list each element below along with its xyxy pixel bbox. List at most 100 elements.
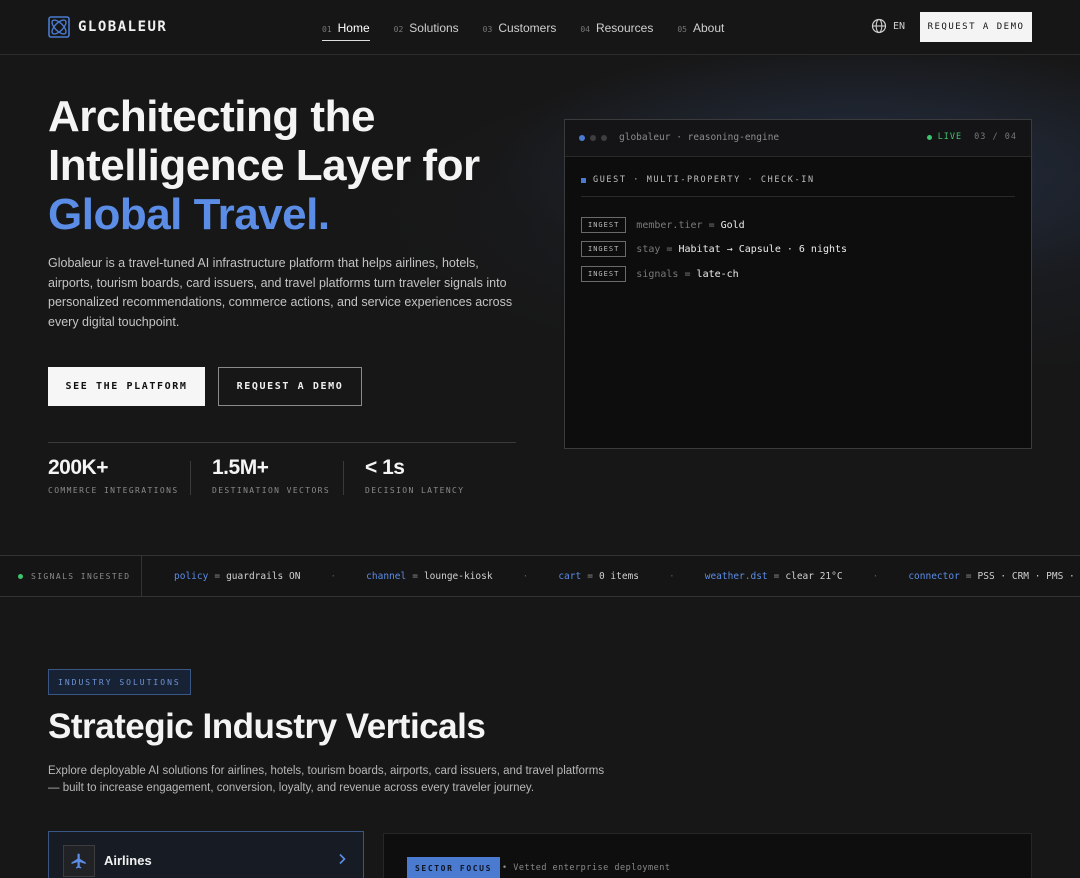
stat-value: 200K+ bbox=[48, 456, 108, 479]
ticker-track: policy = guardrails ON · channel = lounge-ki… bbox=[174, 556, 1080, 596]
language-selector[interactable]: EN bbox=[871, 18, 905, 34]
nav-request-demo-button[interactable]: REQUEST A DEMO bbox=[920, 12, 1032, 42]
nav-link-resources[interactable]: 04 Resources bbox=[580, 13, 653, 43]
globe-icon bbox=[871, 18, 887, 34]
page-indicator: 03 / 04 bbox=[974, 132, 1017, 142]
section-description: Explore deployable AI solutions for airl… bbox=[48, 765, 605, 794]
chevron-right-icon bbox=[339, 853, 346, 865]
hero-title-accent: Global Travel. bbox=[48, 190, 330, 239]
stat-label: DESTINATION VECTORS bbox=[212, 486, 331, 495]
row-key: stay bbox=[636, 243, 661, 255]
ingest-tag: INGEST bbox=[581, 241, 627, 257]
ticker-value: PSS · CRM · PMS · DM bbox=[977, 570, 1080, 582]
nav-link-number: 02 bbox=[393, 24, 404, 34]
see-platform-button[interactable]: SEE THE PLATFORM bbox=[48, 367, 205, 406]
terminal-row-text: signals = late-ch bbox=[636, 269, 738, 280]
row-value: Habitat → Capsule · 6 nights bbox=[678, 243, 848, 255]
section-title: Strategic Industry Verticals bbox=[48, 707, 486, 746]
ticker-key: connector bbox=[908, 570, 960, 582]
row-value: late-ch bbox=[696, 268, 739, 280]
ticker-value: clear 21°C bbox=[785, 570, 843, 582]
stat-decision-latency: < 1s DECISION LATENCY bbox=[365, 456, 464, 495]
nav-link-home[interactable]: 01 Home bbox=[322, 13, 370, 43]
ticker-item: weather.dst = clear 21°C bbox=[705, 571, 843, 582]
nav-link-label: Resources bbox=[595, 20, 654, 35]
sector-focus-text: • Vetted enterprise deployment bbox=[502, 863, 671, 873]
row-value: Gold bbox=[720, 219, 745, 231]
terminal-row: INGEST stay = Habitat → Capsule · 6 nigh… bbox=[581, 241, 847, 257]
window-dots bbox=[579, 135, 607, 141]
terminal-title: globaleur · reasoning-engine bbox=[619, 132, 780, 143]
hero-title-line-2: Intelligence Layer for bbox=[48, 141, 480, 190]
reasoning-engine-terminal: globaleur · reasoning-engine LIVE 03 / 0… bbox=[564, 119, 1032, 449]
stat-value: 1.5M+ bbox=[212, 456, 269, 479]
ticker-eq: = bbox=[214, 570, 221, 582]
ticker-item: connector = PSS · CRM · PMS · DM bbox=[908, 571, 1080, 582]
live-label: LIVE bbox=[937, 132, 963, 142]
ingest-tag: INGEST bbox=[581, 266, 627, 282]
ticker-eq: = bbox=[587, 570, 593, 582]
terminal-row-text: member.tier = Gold bbox=[636, 220, 744, 231]
stat-destination-vectors: 1.5M+ DESTINATION VECTORS bbox=[212, 456, 330, 495]
nav-link-number: 03 bbox=[482, 24, 493, 34]
stats-divider bbox=[48, 442, 516, 443]
ticker-key: weather.dst bbox=[704, 570, 768, 582]
ticker-item: cart = 0 items bbox=[558, 571, 639, 582]
ticker-separator: · bbox=[872, 570, 879, 582]
ticker-value: lounge-kiosk bbox=[423, 570, 493, 582]
airplane-icon bbox=[71, 853, 86, 869]
logo[interactable]: GLOBALEUR bbox=[48, 16, 167, 38]
ticker-key: channel bbox=[366, 570, 407, 582]
stat-separator bbox=[343, 461, 344, 495]
stat-separator bbox=[190, 461, 191, 495]
terminal-section-header: GUEST · MULTI-PROPERTY · CHECK-IN bbox=[581, 175, 1015, 197]
terminal-section-label: GUEST · MULTI-PROPERTY · CHECK-IN bbox=[593, 175, 815, 185]
window-dot-icon bbox=[590, 135, 596, 141]
row-eq: = bbox=[684, 268, 691, 280]
nav-link-about[interactable]: 05 About bbox=[677, 13, 724, 43]
ticker-eq: = bbox=[965, 570, 972, 582]
logo-text: GLOBALEUR bbox=[78, 19, 168, 35]
ticker-separator: · bbox=[522, 570, 529, 582]
ticker-label-text: SIGNALS INGESTED bbox=[31, 571, 131, 581]
vertical-label: Airlines bbox=[104, 853, 152, 868]
row-key: signals bbox=[636, 268, 679, 280]
live-indicator-icon bbox=[926, 134, 932, 140]
stat-label: DECISION LATENCY bbox=[365, 486, 465, 495]
nav-link-label: Solutions bbox=[409, 20, 459, 35]
nav-link-number: 01 bbox=[322, 24, 332, 34]
ticker-value: 0 items bbox=[598, 570, 639, 582]
nav-link-label: Customers bbox=[498, 20, 557, 35]
row-eq: = bbox=[666, 243, 673, 255]
terminal-row: INGEST signals = late-ch bbox=[581, 266, 739, 282]
nav-link-customers[interactable]: 03 Customers bbox=[483, 13, 557, 43]
ticker-label: SIGNALS INGESTED bbox=[0, 556, 142, 596]
top-nav: GLOBALEUR 01 Home 02 Solutions 03 Custom… bbox=[0, 0, 1080, 55]
sector-focus-panel: SECTOR FOCUS • Vetted enterprise deploym… bbox=[383, 833, 1032, 878]
ticker-item: channel = lounge-kiosk bbox=[366, 571, 492, 582]
ticker-key: policy bbox=[174, 570, 209, 582]
nav-link-number: 05 bbox=[677, 24, 687, 34]
window-dot-icon bbox=[579, 135, 585, 141]
vertical-card-airlines[interactable]: Airlines bbox=[48, 831, 364, 878]
terminal-status: LIVE 03 / 04 bbox=[926, 132, 1017, 142]
window-dot-icon bbox=[601, 135, 607, 141]
ticker-separator: · bbox=[668, 570, 675, 582]
hero-request-demo-button[interactable]: REQUEST A DEMO bbox=[218, 367, 362, 406]
ticker-eq: = bbox=[773, 570, 780, 582]
hero-title: Architecting the Intelligence Layer for … bbox=[48, 92, 480, 239]
hero-description: Globaleur is a travel-tuned AI infrastru… bbox=[48, 256, 513, 329]
stat-label: COMMERCE INTEGRATIONS bbox=[48, 486, 179, 495]
language-code: EN bbox=[893, 20, 906, 32]
signals-ticker: SIGNALS INGESTED policy = guardrails ON · … bbox=[0, 555, 1080, 597]
nav-link-solutions[interactable]: 02 Solutions bbox=[394, 13, 459, 43]
vertical-icon-box bbox=[63, 845, 95, 877]
section-square-icon bbox=[581, 177, 586, 183]
stat-commerce-integrations: 200K+ COMMERCE INTEGRATIONS bbox=[48, 456, 179, 495]
globe-logo-icon bbox=[48, 16, 70, 38]
industry-solutions-badge: INDUSTRY SOLUTIONS bbox=[48, 669, 191, 695]
nav-link-number: 04 bbox=[580, 24, 590, 34]
nav-link-label: About bbox=[692, 20, 725, 35]
ticker-separator: · bbox=[330, 570, 337, 582]
ingest-tag: INGEST bbox=[581, 217, 627, 233]
